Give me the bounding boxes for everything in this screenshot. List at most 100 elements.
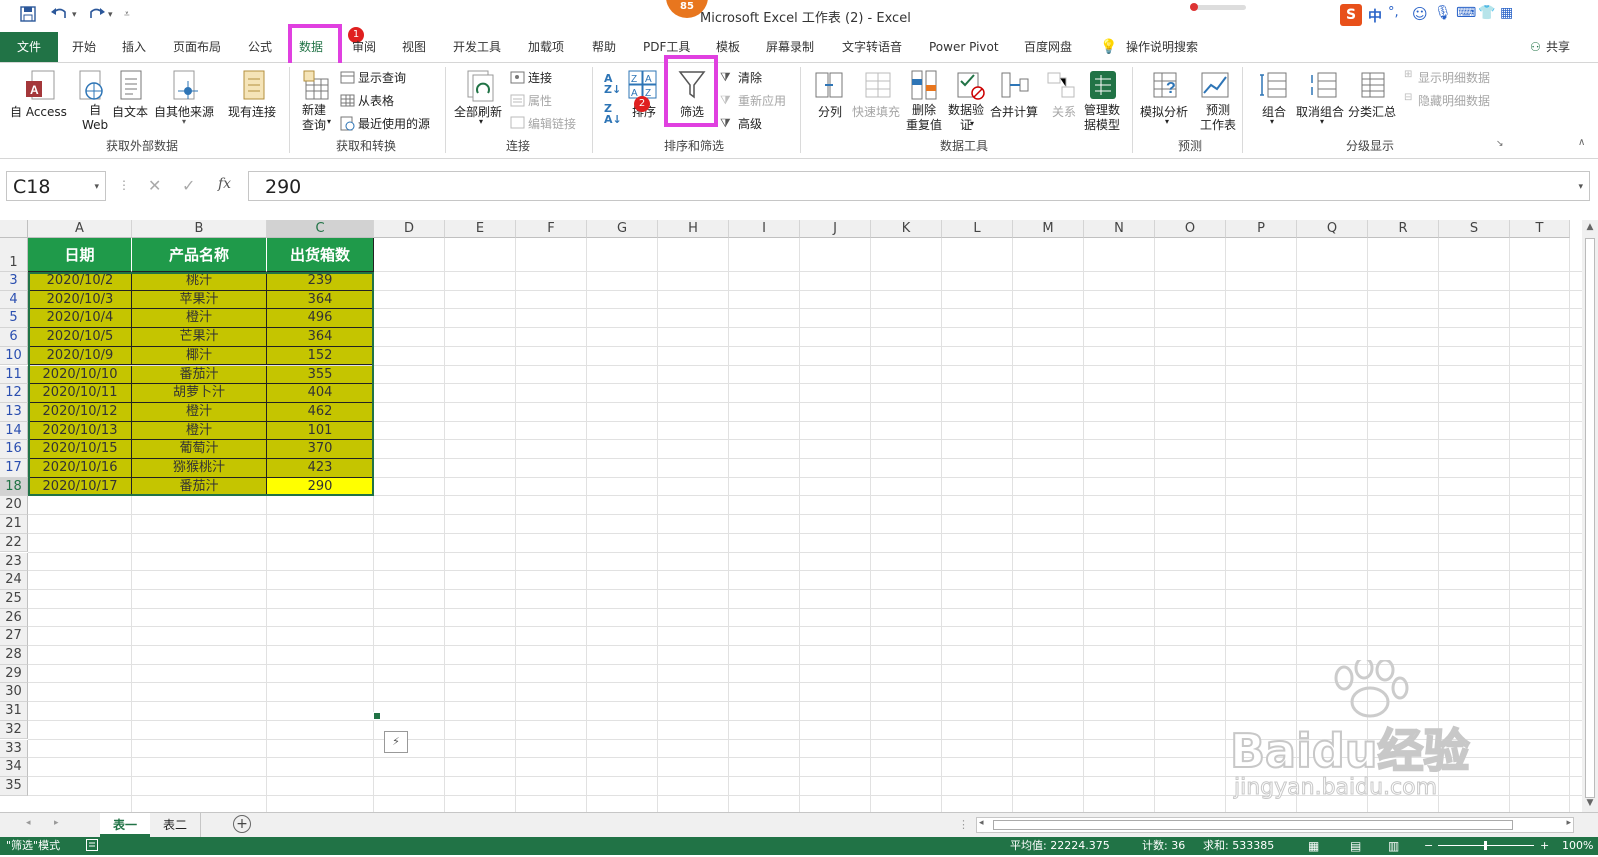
row-header[interactable]: 14 xyxy=(0,421,28,441)
column-header-j[interactable]: J xyxy=(800,220,871,238)
column-header-g[interactable]: G xyxy=(587,220,658,238)
quick-analysis-icon[interactable]: ⚡ xyxy=(384,731,408,753)
date-cell[interactable]: 2020/10/9 xyxy=(28,346,132,366)
row-header[interactable]: 23 xyxy=(0,552,28,572)
scroll-up-icon[interactable]: ▲ xyxy=(1584,222,1596,236)
column-header-d[interactable]: D xyxy=(374,220,445,238)
remove-duplicates-button[interactable]: 删除 重复值 xyxy=(906,103,942,133)
tab-baidu-netdisk[interactable]: 百度网盘 xyxy=(1024,32,1072,62)
zoom-out-icon[interactable]: − xyxy=(1424,837,1433,855)
quantity-cell[interactable]: 101 xyxy=(267,421,374,441)
add-sheet-icon[interactable]: + xyxy=(233,815,251,833)
from-access-button[interactable]: 自 Access xyxy=(10,103,67,120)
tell-me-search[interactable]: 操作说明搜索 xyxy=(1126,32,1198,62)
row-header[interactable]: 25 xyxy=(0,589,28,609)
row-header[interactable]: 20 xyxy=(0,496,28,516)
undo-dropdown-icon[interactable]: ▾ xyxy=(72,10,77,20)
ungroup-dropdown-icon[interactable]: ▾ xyxy=(1320,117,1324,126)
row-header[interactable]: 35 xyxy=(0,776,28,796)
redo-icon[interactable] xyxy=(86,6,106,26)
row-header[interactable]: 33 xyxy=(0,739,28,759)
column-header-b[interactable]: B xyxy=(132,220,267,238)
toolbox-icon[interactable]: ▦ xyxy=(1500,5,1513,21)
column-header-m[interactable]: M xyxy=(1013,220,1084,238)
quantity-cell[interactable]: 404 xyxy=(267,384,374,403)
existing-connections-button[interactable]: 现有连接 xyxy=(228,103,276,120)
column-header-c[interactable]: C xyxy=(267,220,374,238)
from-text-button[interactable]: 自文本 xyxy=(112,103,148,120)
show-detail-button[interactable]: 显示明细数据 xyxy=(1418,69,1490,86)
date-cell[interactable]: 2020/10/13 xyxy=(28,421,132,441)
product-cell[interactable]: 桃汁 xyxy=(132,272,267,291)
date-cell[interactable]: 2020/10/16 xyxy=(28,459,132,478)
zoom-level[interactable]: 100% xyxy=(1562,837,1593,855)
horizontal-scrollbar[interactable]: ◂ ▸ xyxy=(976,817,1574,833)
column-header-a[interactable]: A xyxy=(28,220,132,238)
tab-insert[interactable]: 插入 xyxy=(122,32,146,62)
tab-view[interactable]: 视图 xyxy=(402,32,426,62)
show-queries-button[interactable]: 显示查询 xyxy=(358,69,406,86)
tab-screen-record[interactable]: 屏幕录制 xyxy=(766,32,814,62)
subtotal-button[interactable]: 分类汇总 xyxy=(1348,103,1396,120)
edit-links-button[interactable]: 编辑链接 xyxy=(528,115,576,132)
sort-ascending-icon[interactable]: A Z↓ xyxy=(604,73,621,95)
product-cell[interactable]: 芒果汁 xyxy=(132,328,267,347)
row-header[interactable]: 28 xyxy=(0,646,28,665)
quantity-cell[interactable]: 239 xyxy=(267,272,374,291)
ime-mode-label[interactable]: 中 xyxy=(1368,6,1382,26)
other-sources-dropdown-icon[interactable]: ▾ xyxy=(182,117,186,126)
worksheet-grid[interactable]: ABCDEFGHIJKLMNOPQRST 1 3 4 5 6 10 11 12 13 14 16 17… xyxy=(0,220,1582,812)
product-cell[interactable]: 橙汁 xyxy=(132,402,267,422)
product-cell[interactable]: 葡萄汁 xyxy=(132,440,267,459)
quantity-cell[interactable]: 423 xyxy=(267,459,374,478)
consolidate-button[interactable]: 合并计算 xyxy=(990,103,1038,120)
advanced-button[interactable]: 高级 xyxy=(738,115,762,132)
column-header-f[interactable]: F xyxy=(516,220,587,238)
fill-handle[interactable] xyxy=(373,712,381,720)
tab-file[interactable]: 文件 xyxy=(0,32,58,62)
column-header-t[interactable]: T xyxy=(1510,220,1570,238)
date-cell[interactable]: 2020/10/2 xyxy=(28,272,132,291)
page-layout-view-icon[interactable]: ▤ xyxy=(1350,837,1361,855)
keyboard-icon[interactable]: ⌨ xyxy=(1456,5,1476,21)
tab-formulas[interactable]: 公式 xyxy=(248,32,272,62)
row-header[interactable]: 4 xyxy=(0,290,28,310)
punctuation-icon[interactable]: °, xyxy=(1388,5,1399,20)
refresh-all-button[interactable]: 全部刷新 xyxy=(454,103,502,120)
row-header[interactable]: 16 xyxy=(0,440,28,459)
manage-data-model-button[interactable]: 管理数 据模型 xyxy=(1084,103,1120,133)
formula-input[interactable]: 290 ▾ xyxy=(248,171,1590,201)
customize-qat-icon[interactable]: ⩡ xyxy=(124,9,130,20)
product-cell[interactable]: 猕猴桃汁 xyxy=(132,459,267,478)
column-header-r[interactable]: R xyxy=(1368,220,1439,238)
quantity-cell[interactable]: 370 xyxy=(267,440,374,459)
scroll-down-icon[interactable]: ▼ xyxy=(1584,798,1596,810)
tab-text-to-speech[interactable]: 文字转语音 xyxy=(842,32,902,62)
relationships-button[interactable]: 关系 xyxy=(1052,103,1076,120)
collapse-ribbon-icon[interactable]: ∧ xyxy=(1578,137,1585,148)
date-cell[interactable]: 2020/10/12 xyxy=(28,402,132,422)
column-header-h[interactable]: H xyxy=(658,220,729,238)
row-header[interactable]: 10 xyxy=(0,346,28,366)
row-header[interactable]: 3 xyxy=(0,272,28,291)
tab-templates[interactable]: 模板 xyxy=(716,32,740,62)
connections-button[interactable]: 连接 xyxy=(528,69,552,86)
emoji-icon[interactable]: ☺ xyxy=(1412,5,1428,23)
row-header[interactable]: 34 xyxy=(0,758,28,777)
share-icon[interactable]: ⚇ xyxy=(1530,32,1541,62)
column-header-s[interactable]: S xyxy=(1439,220,1510,238)
enter-icon[interactable]: ✓ xyxy=(182,176,195,195)
reapply-button[interactable]: 重新应用 xyxy=(738,92,786,109)
recent-sources-button[interactable]: 最近使用的源 xyxy=(358,115,430,132)
quantity-cell[interactable]: 152 xyxy=(267,346,374,366)
header-product-cell[interactable]: 产品名称 xyxy=(132,238,267,272)
row-header[interactable]: 24 xyxy=(0,571,28,590)
row-header[interactable]: 12 xyxy=(0,384,28,403)
what-if-analysis-button[interactable]: 模拟分析 xyxy=(1140,103,1188,120)
properties-button[interactable]: 属性 xyxy=(528,92,552,109)
horizontal-scroll-thumb[interactable] xyxy=(993,820,1513,830)
from-web-button[interactable]: 自 Web xyxy=(82,103,108,133)
row-header[interactable]: 13 xyxy=(0,402,28,422)
quantity-cell[interactable]: 496 xyxy=(267,309,374,329)
from-table-button[interactable]: 从表格 xyxy=(358,92,394,109)
